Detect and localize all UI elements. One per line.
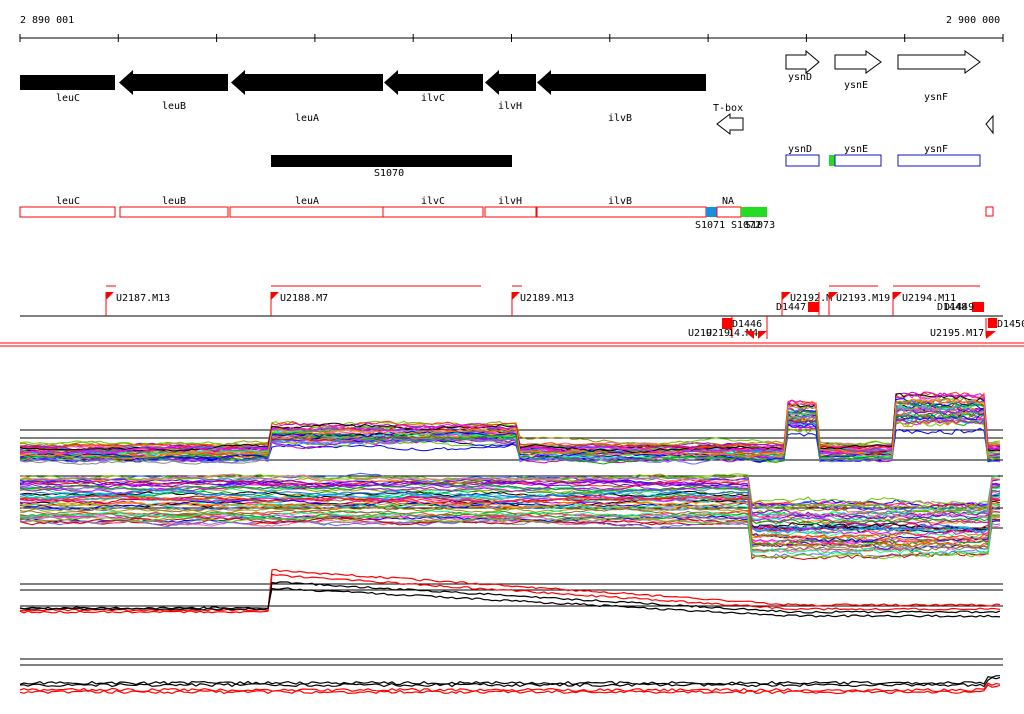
utr-ysnE-box[interactable]	[834, 154, 882, 167]
utr-ysnF-box[interactable]	[897, 154, 981, 167]
tu-edge-box[interactable]	[985, 206, 994, 217]
utr-ysnF-label: ysnF	[924, 144, 948, 155]
segment-S1071[interactable]	[706, 207, 717, 217]
gene-ysnF-arrow[interactable]	[897, 50, 981, 74]
expression-profile-line	[19, 391, 1001, 450]
partial-feature-arrow	[985, 114, 994, 135]
genome-browser: 2 890 001 2 900 000 leuC leuB leuA ilvC …	[0, 15, 1024, 695]
expression-profile-line	[19, 573, 1001, 614]
utr-ysnE-green	[829, 155, 835, 166]
gene-leuA-label: leuA	[295, 113, 319, 124]
gene-ilvC-arrow[interactable]	[384, 70, 483, 95]
downshift-D1449-label: D1449	[944, 302, 974, 313]
downshift-D1450-label: D1450	[997, 319, 1024, 330]
tu-leuB-box[interactable]	[119, 206, 229, 218]
segment-S1070-label: S1070	[374, 168, 404, 179]
tu-ilvB-label: ilvB	[608, 196, 632, 207]
expression-track-4	[19, 658, 1003, 695]
ruler-end-label: 2 900 000	[946, 15, 1000, 26]
gene-leuA-arrow[interactable]	[231, 70, 383, 95]
gene-leuC-arrow[interactable]	[20, 75, 115, 90]
segment-S1073[interactable]	[741, 207, 767, 217]
downshift-D1447-label: D1447	[776, 302, 806, 313]
ruler-start-label: 2 890 001	[20, 15, 74, 26]
tu-leuA-label: leuA	[295, 196, 319, 207]
upshift-U2187[interactable]	[105, 285, 116, 316]
upshift-U2188-label: U2188.M7	[280, 293, 328, 304]
gene-track: leuC leuB leuA ilvC ilvH ilvB ysnD ysnE …	[20, 49, 994, 136]
gene-ysnE-arrow[interactable]	[834, 50, 882, 74]
tu-na-label: NA	[722, 196, 734, 207]
expression-track-1	[19, 391, 1003, 465]
coordinate-ruler: 2 890 001 2 900 000	[19, 15, 1004, 42]
tu-leuC-box[interactable]	[19, 206, 116, 218]
gene-ysnD-arrow[interactable]	[785, 49, 820, 75]
tbox-label: T-box	[713, 103, 743, 114]
gene-leuB-arrow[interactable]	[119, 70, 228, 95]
tu-leuA-box[interactable]	[229, 206, 384, 218]
upshift-U2189-label: U2189.M13	[520, 293, 574, 304]
tu-ilvC-box[interactable]	[382, 206, 484, 218]
expression-profile-line	[19, 587, 1001, 618]
tu-ilvH-box[interactable]	[484, 206, 537, 218]
expression-track-2	[19, 472, 1003, 561]
gene-leuC-label: leuC	[56, 93, 80, 104]
gene-ilvH-arrow[interactable]	[485, 70, 536, 95]
gene-ilvB-label: ilvB	[608, 113, 632, 124]
utr-ysnD-label: ysnD	[788, 144, 812, 155]
tbox-arrow[interactable]	[716, 112, 744, 136]
segment-track: S1070 ysnD ysnE ysnF	[271, 144, 981, 179]
gene-ilvC-label: ilvC	[421, 93, 445, 104]
upshift-U219-label-2: U219	[706, 328, 730, 339]
gene-ysnE-label: ysnE	[844, 80, 868, 91]
gene-leuB-label: leuB	[162, 101, 186, 112]
shift-track: U2187.M13 U2188.M7 U2189.M13 U2192.M U21…	[0, 285, 1024, 347]
downshift-D1450[interactable]	[988, 318, 997, 328]
tu-leuB-label: leuB	[162, 196, 186, 207]
utr-ysnD-box[interactable]	[785, 154, 820, 167]
gene-ysnD-label: ysnD	[788, 72, 812, 83]
expression-track-3	[19, 568, 1003, 618]
utr-ysnE-label: ysnE	[844, 144, 868, 155]
gene-ilvB-arrow[interactable]	[537, 70, 706, 95]
expression-profile-line	[19, 675, 1001, 686]
segment-S1071-label: S1071	[695, 220, 725, 231]
upshift-U2193-label: U2193.M19	[836, 293, 890, 304]
segment-S1073-label: S1073	[745, 220, 775, 231]
tu-leuC-label: leuC	[56, 196, 80, 207]
tu-ilvH-label: ilvH	[498, 196, 522, 207]
upshift-U2187-label: U2187.M13	[116, 293, 170, 304]
tu-ilvC-label: ilvC	[421, 196, 445, 207]
gene-ilvH-label: ilvH	[498, 101, 522, 112]
segment-S1070[interactable]	[271, 155, 512, 167]
segment-S1072[interactable]	[716, 206, 742, 218]
upshift-U2195-label: U2195.M17	[930, 328, 984, 339]
transcription-unit-track: leuC leuB leuA ilvC ilvH ilvB NA S1071 S…	[19, 196, 994, 231]
gene-ysnF-label: ysnF	[924, 92, 948, 103]
downshift-flag-2	[758, 331, 767, 339]
tu-ilvB-box[interactable]	[536, 206, 707, 218]
